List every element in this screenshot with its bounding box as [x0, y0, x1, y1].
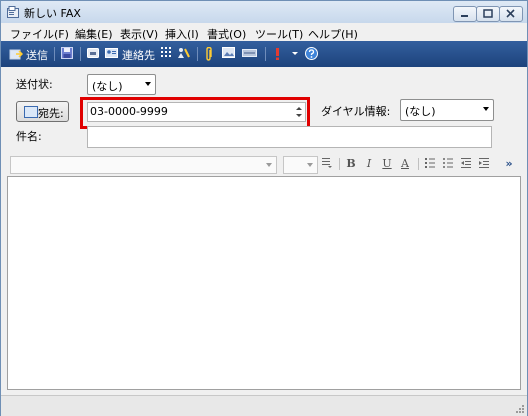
- message-body[interactable]: [7, 176, 521, 390]
- font-name-select[interactable]: [10, 156, 277, 174]
- menu-format[interactable]: 書式(O): [207, 26, 246, 42]
- priority-dropdown[interactable]: [291, 45, 299, 63]
- chevron-down-icon: [292, 52, 298, 55]
- toolbar-overflow-button[interactable]: »: [502, 157, 516, 171]
- outdent-icon: [461, 158, 471, 168]
- maximize-icon: [483, 9, 493, 18]
- paragraph-style-button[interactable]: [320, 157, 334, 171]
- toolbar-separator: [197, 47, 198, 61]
- send-label: 送信: [26, 49, 48, 62]
- chevron-down-icon: [307, 163, 313, 167]
- numbered-list-icon: [425, 158, 435, 168]
- cover-page-select[interactable]: (なし): [87, 74, 156, 95]
- chevron-down-icon: [266, 163, 272, 167]
- insert-table-button[interactable]: [161, 45, 173, 63]
- decrease-indent-button[interactable]: [459, 157, 473, 171]
- resize-grip-icon[interactable]: [515, 404, 525, 414]
- toolbar-separator: [80, 47, 81, 61]
- cover-page-label: 送付状:: [16, 78, 53, 91]
- format-separator: [339, 158, 340, 170]
- chevron-down-icon: [145, 82, 151, 86]
- grid-icon: [161, 47, 171, 57]
- dialing-info-label: ダイヤル情報:: [321, 105, 391, 118]
- title-bar: 新しい FAX: [1, 1, 527, 23]
- help-button[interactable]: [305, 45, 319, 63]
- numbered-list-button[interactable]: [423, 157, 437, 171]
- bullet-list-icon: [443, 158, 453, 168]
- italic-button[interactable]: I: [362, 157, 376, 171]
- contacts-label: 連絡先: [122, 49, 155, 62]
- horizontal-line-icon: [242, 49, 257, 57]
- print-button[interactable]: [87, 45, 101, 63]
- fax-app-icon: [7, 6, 19, 18]
- paperclip-icon: [206, 47, 212, 61]
- help-icon: [305, 47, 318, 60]
- insert-picture-button[interactable]: [222, 45, 236, 63]
- address-book-icon: [24, 106, 38, 118]
- save-icon: [61, 47, 73, 59]
- contacts-button[interactable]: 連絡先: [105, 45, 157, 63]
- exclamation-icon: [276, 48, 279, 60]
- picture-icon: [222, 47, 235, 58]
- dialing-info-select[interactable]: (なし): [400, 99, 494, 121]
- toolbar-separator: [265, 47, 266, 61]
- subject-label: 件名:: [16, 130, 42, 143]
- formatting-toolbar: B I U A »: [7, 153, 521, 175]
- menu-bar: ファイル(F) 編集(E) 表示(V) 挿入(I) 書式(O) ツール(T) ヘ…: [1, 23, 527, 41]
- minimize-button[interactable]: [453, 6, 477, 22]
- minimize-icon: [461, 15, 468, 17]
- fax-header-form: 送付状: (なし) 宛先: 03-0000-9999 ダイヤル情報: (なし) …: [1, 67, 527, 153]
- bold-button[interactable]: B: [344, 157, 358, 171]
- font-color-button[interactable]: A: [398, 157, 412, 171]
- toolbar-separator: [54, 47, 55, 61]
- chevron-down-icon: [483, 107, 489, 111]
- main-toolbar: 送信 連絡先: [1, 41, 527, 67]
- menu-file[interactable]: ファイル(F): [10, 26, 69, 42]
- highlight-frame: [80, 97, 310, 129]
- window-title: 新しい FAX: [24, 7, 81, 20]
- dialing-info-value: (なし): [405, 105, 436, 118]
- paragraph-style-icon: [322, 158, 332, 168]
- cover-page-value: (なし): [92, 80, 123, 93]
- send-button[interactable]: 送信: [9, 45, 49, 63]
- to-button-label: 宛先:: [38, 107, 64, 120]
- menu-edit[interactable]: 編集(E): [75, 26, 113, 42]
- bullet-list-button[interactable]: [441, 157, 455, 171]
- priority-button[interactable]: [274, 45, 282, 63]
- menu-view[interactable]: 表示(V): [120, 26, 158, 42]
- check-names-icon: [178, 48, 190, 58]
- send-icon: [9, 49, 23, 60]
- check-names-button[interactable]: [177, 45, 191, 63]
- contacts-icon: [105, 48, 118, 58]
- to-button[interactable]: 宛先:: [16, 101, 69, 122]
- menu-help[interactable]: ヘルプ(H): [308, 26, 358, 42]
- menu-insert[interactable]: 挿入(I): [165, 26, 199, 42]
- print-icon: [87, 48, 99, 58]
- font-size-select[interactable]: [283, 156, 318, 174]
- save-button[interactable]: [61, 45, 75, 63]
- format-separator: [418, 158, 419, 170]
- increase-indent-button[interactable]: [477, 157, 491, 171]
- status-bar: [1, 395, 527, 416]
- indent-icon: [479, 158, 489, 168]
- subject-field[interactable]: [87, 126, 492, 148]
- fax-window: 新しい FAX ファイル(F) 編集(E) 表示(V) 挿入(I) 書式(O) …: [0, 0, 528, 416]
- maximize-button[interactable]: [476, 6, 500, 22]
- underline-button[interactable]: U: [380, 157, 394, 171]
- close-icon: [506, 9, 515, 18]
- close-button[interactable]: [499, 6, 523, 22]
- menu-tools[interactable]: ツール(T): [255, 26, 303, 42]
- insert-line-button[interactable]: [242, 45, 258, 63]
- attach-button[interactable]: [205, 45, 215, 63]
